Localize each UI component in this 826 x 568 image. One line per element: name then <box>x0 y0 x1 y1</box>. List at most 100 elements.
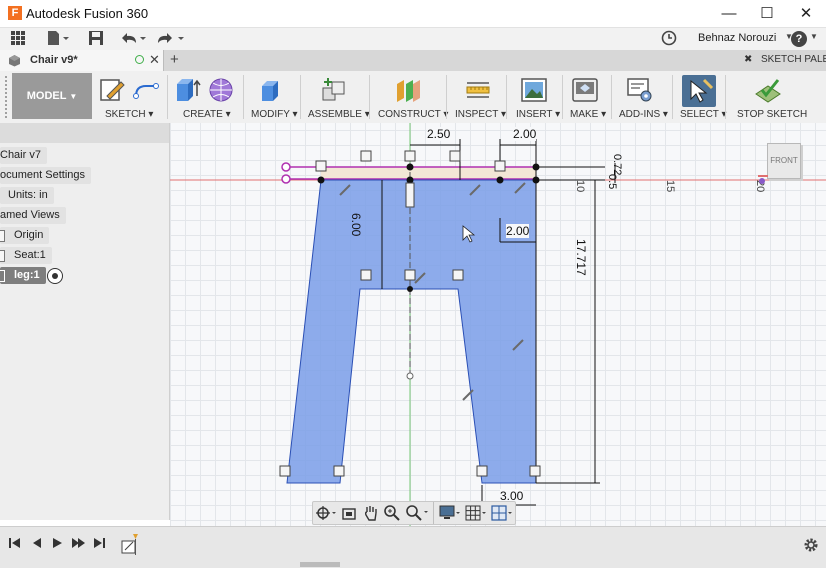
redo-icon[interactable] <box>156 30 186 48</box>
browser-node-origin[interactable]: Origin <box>0 227 50 244</box>
close-tab-icon[interactable]: ✕ <box>149 52 160 68</box>
scripts-addins-icon[interactable] <box>626 76 654 104</box>
help-button[interactable]: ? <box>791 31 807 47</box>
sketch-point[interactable] <box>406 372 414 380</box>
dimension-top-left[interactable]: 2.50 <box>427 127 451 141</box>
ribbon-divider <box>611 75 612 119</box>
pan-hand-icon[interactable] <box>363 504 379 525</box>
create-sketch-icon[interactable] <box>99 76 127 104</box>
timeline-settings-gear-icon[interactable] <box>803 537 819 556</box>
navbar-divider <box>433 502 434 524</box>
data-panel-grid-icon[interactable] <box>8 30 28 48</box>
ribbon-divider <box>672 75 673 119</box>
offset-plane-icon[interactable] <box>394 76 422 104</box>
dimension-inner-height[interactable]: 6.00 <box>349 213 363 236</box>
browser-node-root[interactable]: Chair v7 <box>0 147 47 164</box>
sketch-point[interactable] <box>406 176 414 184</box>
dimension-top-right[interactable]: 2.00 <box>513 127 537 141</box>
ribbon-make-label[interactable]: MAKE ▾ <box>570 109 606 120</box>
document-tab-title: Chair v9* <box>30 54 78 66</box>
ribbon-sketch-label[interactable]: SKETCH ▾ <box>105 109 153 120</box>
component-node-icon <box>0 250 5 262</box>
extrude-icon[interactable] <box>174 76 202 104</box>
stop-sketch-icon[interactable] <box>754 76 782 104</box>
ribbon-divider <box>369 75 370 119</box>
ribbon-inspect-label[interactable]: INSPECT ▾ <box>455 109 506 120</box>
new-component-icon[interactable] <box>320 76 348 104</box>
timeline-scrollbar[interactable] <box>300 562 340 567</box>
insert-canvas-icon[interactable] <box>520 76 548 104</box>
browser-node-units[interactable]: Units: in <box>0 187 54 204</box>
close-palette-icon[interactable]: ✖ <box>744 54 752 65</box>
timeline-prev-button[interactable] <box>30 536 44 553</box>
grid-snaps-icon[interactable] <box>465 505 489 524</box>
measure-icon[interactable] <box>464 76 492 104</box>
ribbon-modify-label[interactable]: MODIFY ▾ <box>251 109 298 120</box>
constraint-point[interactable] <box>281 162 291 172</box>
component-icon <box>8 54 21 70</box>
orbit-icon[interactable] <box>315 505 337 524</box>
ribbon-divider <box>725 75 726 119</box>
ribbon-divider <box>243 75 244 119</box>
3d-print-icon[interactable] <box>571 76 599 104</box>
look-at-icon[interactable] <box>341 505 357 524</box>
workspace-switcher[interactable]: MODEL ▼ <box>12 73 92 119</box>
document-tab[interactable]: Chair v9* ✕ <box>0 50 164 71</box>
ribbon-construct-label[interactable]: CONSTRUCT ▾ <box>378 109 448 120</box>
ribbon-insert-label[interactable]: INSERT ▾ <box>516 109 560 120</box>
save-icon[interactable] <box>87 30 105 48</box>
dimension-mid-right[interactable]: 2.00 <box>506 224 530 238</box>
ribbon-divider <box>506 75 507 119</box>
dimension-total-height[interactable]: 17.717 <box>574 239 588 276</box>
ribbon-stop-sketch-label[interactable]: STOP SKETCH <box>737 109 807 120</box>
ruler-label-15: 15 <box>664 180 676 193</box>
close-button[interactable]: ✕ <box>787 0 825 27</box>
constraint-point[interactable] <box>281 174 291 184</box>
timeline-sketch-feature-icon[interactable] <box>120 533 138 555</box>
timeline-last-button[interactable] <box>92 536 106 553</box>
ribbon-divider <box>167 75 168 119</box>
sketch-point[interactable] <box>407 286 413 292</box>
job-status-clock-icon[interactable] <box>660 30 678 48</box>
maximize-button[interactable]: ☐ <box>748 0 786 27</box>
press-pull-icon[interactable] <box>258 76 286 104</box>
ribbon-addins-label[interactable]: ADD-INS ▾ <box>619 109 668 120</box>
timeline-next-button[interactable] <box>70 536 86 553</box>
browser-node-named-views[interactable]: amed Views <box>0 207 66 224</box>
select-tool-icon[interactable] <box>682 75 716 107</box>
line-tool-icon[interactable] <box>132 76 160 104</box>
undo-icon[interactable] <box>118 30 148 48</box>
browser-node-leg-active[interactable]: leg:1 <box>0 267 46 284</box>
browser-node-seat[interactable]: Seat:1 <box>0 247 52 264</box>
sketch-palette-label[interactable]: SKETCH PALETTE <box>761 54 826 65</box>
file-menu-icon[interactable] <box>45 30 71 48</box>
form-sculpt-icon[interactable] <box>207 76 235 104</box>
activate-radio-icon[interactable] <box>47 268 63 284</box>
dimension-small-a[interactable]: 0.72 <box>611 154 623 175</box>
timeline-first-button[interactable] <box>8 536 22 553</box>
dimension-small-b[interactable]: 0.5 <box>606 174 618 189</box>
minimize-button[interactable]: — <box>710 0 748 27</box>
zoom-icon[interactable] <box>383 504 401 525</box>
active-component-icon <box>0 270 5 282</box>
display-settings-icon[interactable] <box>439 505 463 524</box>
timeline-play-button[interactable] <box>50 536 64 553</box>
workspace-label: MODEL <box>26 90 67 102</box>
sketch-point[interactable] <box>317 176 325 184</box>
sketch-canvas[interactable]: 2.50 2.00 2.00 6.00 17.717 3.00 0.72 0.5… <box>170 123 826 526</box>
fit-zoom-window-icon[interactable] <box>405 504 431 525</box>
sketch-point[interactable] <box>406 163 414 171</box>
browser-node-document-settings[interactable]: ocument Settings <box>0 167 91 184</box>
viewports-icon[interactable] <box>491 505 515 524</box>
ribbon-grip-icon[interactable] <box>4 75 8 119</box>
new-tab-button[interactable]: + <box>170 51 179 68</box>
ribbon-select-label[interactable]: SELECT ▾ <box>680 109 727 120</box>
view-cube[interactable]: FRONT <box>767 143 801 179</box>
ribbon-assemble-label[interactable]: ASSEMBLE ▾ <box>308 109 370 120</box>
help-menu-chevron-icon[interactable]: ▼ <box>810 32 818 41</box>
leg-profile[interactable] <box>286 179 537 484</box>
user-name[interactable]: Behnaz Norouzi <box>698 32 776 44</box>
sketch-point[interactable] <box>496 176 504 184</box>
ribbon-create-label[interactable]: CREATE ▾ <box>183 109 231 120</box>
title-bar: F Autodesk Fusion 360 — ☐ ✕ <box>0 0 826 28</box>
